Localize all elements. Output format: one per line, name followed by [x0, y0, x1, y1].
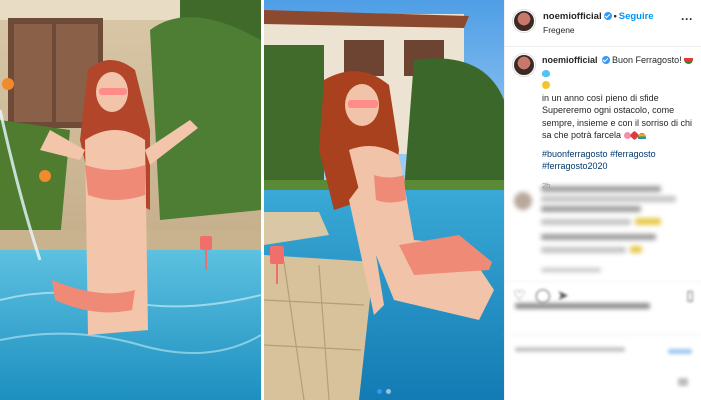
likes-summary-blurred [515, 303, 665, 309]
caption-line-2: in un anno così pieno di sfide [542, 92, 659, 103]
post-comment-button-blurred[interactable] [668, 349, 692, 354]
avatar[interactable] [513, 10, 535, 32]
photo-pool-deck [264, 0, 504, 400]
comment-icon[interactable]: ◯ [535, 287, 551, 304]
wave-emoji-icon [542, 69, 550, 77]
post-caption: noemiofficial Buon Ferragosto! in un ann… [513, 54, 696, 192]
comment-text-blurred [541, 234, 656, 240]
post-photo-right[interactable] [264, 0, 504, 400]
bookmark-icon[interactable]: ▯ [686, 287, 694, 304]
avatar [514, 192, 532, 210]
location-link[interactable]: Fregene [543, 25, 575, 35]
add-comment-bar-blurred[interactable] [505, 334, 701, 400]
hashtag-list: #buonferragosto #ferragosto #ferragosto2… [542, 148, 696, 173]
comment-input-blurred[interactable] [515, 347, 625, 352]
caption-username[interactable]: noemiofficial [542, 55, 598, 65]
username-link[interactable]: noemiofficial [543, 11, 602, 22]
smile-emoji-icon [542, 81, 550, 89]
follow-button[interactable]: Seguire [619, 11, 654, 22]
comment-text-blurred [541, 206, 641, 212]
comment-text-blurred [541, 196, 676, 202]
comment-text-blurred [541, 247, 626, 253]
more-icon[interactable]: ··· [681, 12, 693, 26]
carousel-dots[interactable] [264, 389, 504, 394]
post-actions-bar: ♡ ◯ ➤ ▯ [505, 281, 701, 305]
header-username-row: noemiofficial • Seguire [543, 11, 654, 22]
post-header: noemiofficial • Seguire Fregene ··· [505, 0, 701, 47]
caption-line-1: Buon Ferragosto! [612, 55, 682, 65]
hashtag-link[interactable]: #ferragosto [610, 149, 656, 159]
post-side-panel: noemiofficial • Seguire Fregene ··· noemio… [504, 0, 701, 400]
photo-pool-splash [0, 0, 261, 400]
list-item [505, 186, 701, 272]
watermelon-emoji-icon [684, 58, 694, 64]
share-icon[interactable]: ➤ [557, 287, 569, 304]
carousel-dot[interactable] [386, 389, 391, 394]
carousel-dot[interactable] [377, 389, 382, 394]
dot-separator: • [613, 11, 617, 21]
verified-badge-icon [603, 12, 612, 20]
hashtag-link[interactable]: #ferragosto2020 [542, 161, 608, 171]
comment-meta-blurred [541, 268, 601, 272]
comment-list-blurred [505, 182, 701, 280]
heart-icon[interactable]: ♡ [513, 287, 526, 304]
likes-text-blurred [515, 303, 650, 309]
comment-text-blurred [541, 186, 661, 192]
avatar[interactable] [513, 54, 535, 76]
caption-text: noemiofficial Buon Ferragosto! in un ann… [542, 54, 696, 192]
comment-emoji-blurred [635, 218, 662, 225]
verified-badge-icon [601, 56, 610, 64]
blurred-icon [678, 378, 688, 386]
comment-text-blurred [541, 219, 631, 225]
hashtag-link[interactable]: #buonferragosto [542, 149, 608, 159]
caption-line-3: Supereremo ogni ostacolo, come sempre, i… [542, 105, 693, 140]
post-photo-left[interactable] [0, 0, 261, 400]
comment-emoji-blurred [630, 246, 643, 253]
